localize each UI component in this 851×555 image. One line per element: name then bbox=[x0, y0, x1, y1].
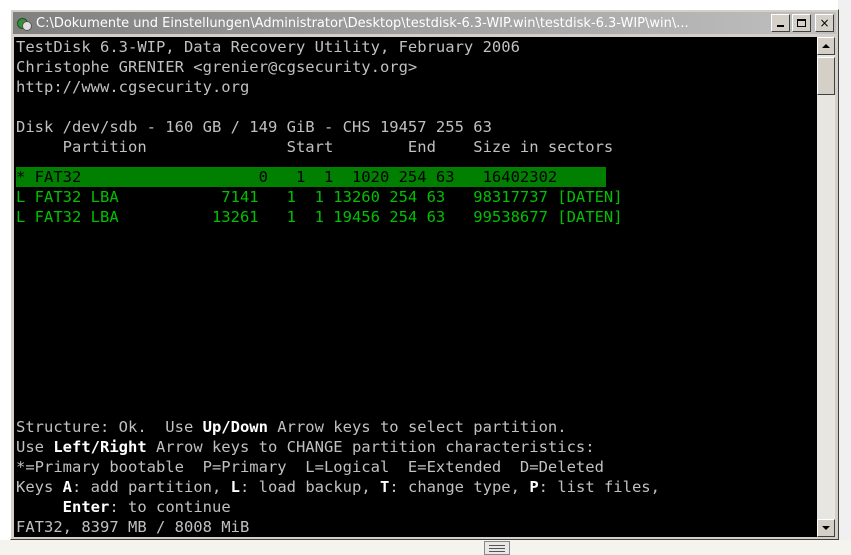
key-up-down: Up/Down bbox=[202, 418, 268, 436]
partition-row-selected[interactable]: * FAT32 0 1 1 1020 254 63 16402302 bbox=[16, 167, 557, 187]
testdisk-app-icon[interactable] bbox=[16, 15, 32, 31]
console-output[interactable]: TestDisk 6.3-WIP, Data Recovery Utility,… bbox=[14, 37, 817, 537]
header-url-line: http://www.cgsecurity.org bbox=[16, 78, 250, 96]
close-button[interactable]: × bbox=[815, 14, 834, 32]
partition-row[interactable]: L FAT32 LBA 7141 1 1 13260 254 63 983177… bbox=[16, 187, 623, 207]
arrow-up-icon bbox=[822, 44, 830, 48]
status-legend-line: *=Primary bootable P=Primary L=Logical E… bbox=[16, 458, 604, 476]
maximize-icon bbox=[797, 19, 806, 27]
key-p: P bbox=[529, 478, 539, 496]
partition-row[interactable]: L FAT32 LBA 13261 1 1 19456 254 63 99538… bbox=[16, 207, 623, 227]
desktop-background-bottom bbox=[0, 540, 851, 555]
desktop-background-right bbox=[838, 0, 851, 555]
minimize-button[interactable] bbox=[771, 14, 790, 32]
key-left-right: Left/Right bbox=[53, 438, 147, 456]
scroll-down-button[interactable] bbox=[817, 519, 835, 537]
maximize-button[interactable] bbox=[792, 14, 811, 32]
desktop-document-icon[interactable] bbox=[484, 541, 510, 555]
key-a: A bbox=[62, 478, 73, 496]
header-title-line: TestDisk 6.3-WIP, Data Recovery Utility,… bbox=[16, 38, 520, 56]
partition-table-header: Partition Start End Size in sectors bbox=[16, 138, 614, 156]
status-enter-line: Enter: to continue bbox=[62, 498, 231, 516]
vertical-scrollbar[interactable] bbox=[817, 37, 835, 537]
testdisk-console-window: C:\Dokumente und Einstellungen\Administr… bbox=[10, 9, 839, 540]
window-title: C:\Dokumente und Einstellungen\Administr… bbox=[36, 15, 689, 31]
key-enter: Enter bbox=[62, 498, 110, 516]
header-author-line: Christophe GRENIER <grenier@cgsecurity.o… bbox=[16, 58, 418, 76]
disk-info-line: Disk /dev/sdb - 160 GB / 149 GiB - CHS 1… bbox=[16, 118, 492, 136]
status-structure-line: Structure: Ok. Use Up/Down Arrow keys to… bbox=[16, 418, 567, 436]
minimize-icon bbox=[777, 25, 784, 27]
title-bar[interactable]: C:\Dokumente und Einstellungen\Administr… bbox=[13, 12, 836, 34]
key-t: T bbox=[379, 478, 390, 496]
status-keys-line: Keys A: add partition, L: load backup, T… bbox=[16, 478, 660, 496]
close-icon: × bbox=[819, 16, 830, 30]
partition-size-info: FAT32, 8397 MB / 8008 MiB bbox=[16, 518, 250, 536]
scrollbar-thumb[interactable] bbox=[817, 57, 835, 95]
status-change-line: Use Left/Right Arrow keys to CHANGE part… bbox=[16, 438, 595, 456]
key-l: L bbox=[230, 478, 240, 496]
arrow-down-icon bbox=[822, 526, 830, 530]
scroll-up-button[interactable] bbox=[817, 37, 835, 55]
